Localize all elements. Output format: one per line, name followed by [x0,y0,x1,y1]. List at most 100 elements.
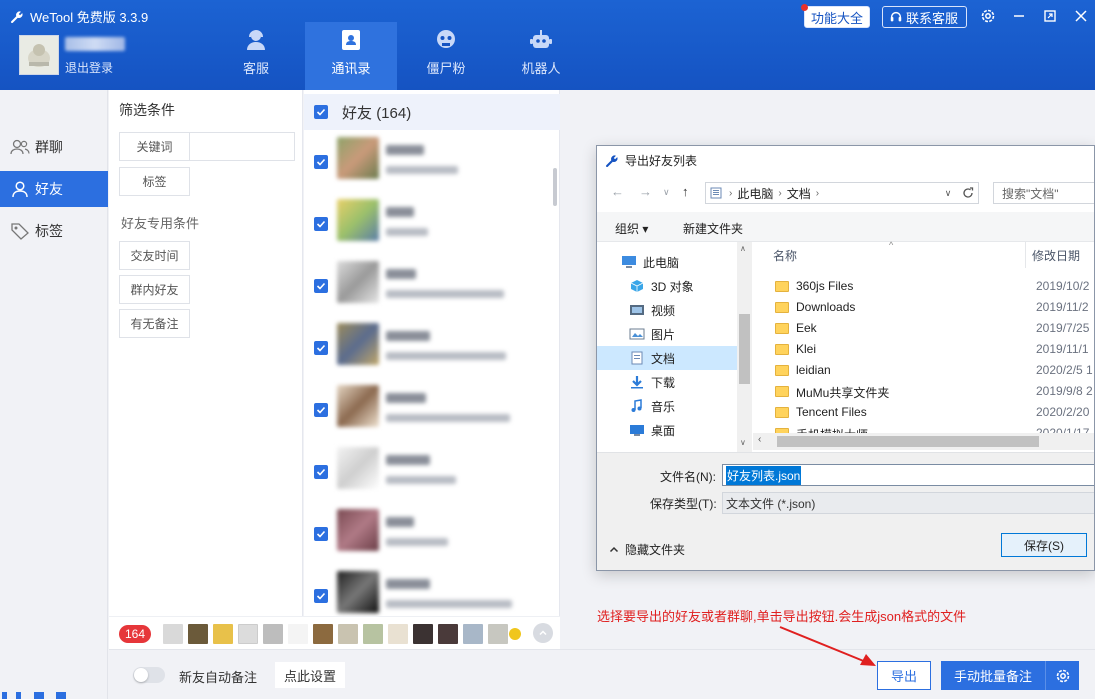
selected-avatar[interactable] [213,624,233,644]
file-row[interactable]: Tencent Files 2020/2/20 [753,402,1094,423]
selected-avatar[interactable] [313,624,333,644]
features-button[interactable]: 功能大全 [801,4,870,28]
nav-tags[interactable]: 标签 [0,213,108,249]
friend-row[interactable] [304,131,560,193]
address-dropdown-icon[interactable]: ∨ [939,182,957,204]
friend-checkbox[interactable] [314,341,328,355]
selected-avatar[interactable] [363,624,383,644]
selected-avatar[interactable] [188,624,208,644]
tab-zombie-fans[interactable]: 僵尸粉 [400,22,492,90]
nav-group-chats[interactable]: 群聊 [0,129,108,165]
partial-icon[interactable] [34,692,44,699]
friend-checkbox[interactable] [314,589,328,603]
keyword-input[interactable] [189,132,295,161]
friend-row[interactable] [304,255,560,317]
file-row[interactable]: Klei 2019/11/1 [753,339,1094,360]
organize-menu[interactable]: 组织 ▾ [615,220,648,237]
export-button[interactable]: 导出 [877,661,931,690]
file-row[interactable]: 360js Files 2019/10/2 [753,276,1094,297]
scroll-left-icon[interactable]: ‹ [758,434,761,445]
friend-row[interactable] [304,193,560,255]
friend-checkbox[interactable] [314,527,328,541]
tree-item-documents[interactable]: 文档 [597,346,737,370]
settings-button[interactable]: 点此设置 [275,662,345,688]
selected-avatar[interactable] [338,624,358,644]
tree-item-desktop[interactable]: 桌面 [597,418,737,442]
tree-scrollbar[interactable]: ∧ ∨ [737,242,752,452]
tree-item-pictures[interactable]: 图片 [597,322,737,346]
tag-filter-button[interactable]: 标签 [119,167,190,196]
friend-checkbox[interactable] [314,403,328,417]
scroll-down-icon[interactable]: ∨ [740,438,746,447]
column-divider[interactable] [1025,242,1026,268]
partial-icon[interactable] [16,692,21,699]
selected-avatar[interactable] [488,624,508,644]
tree-item-3d-objects[interactable]: 3D 对象 [597,274,737,298]
auto-remark-toggle[interactable] [133,667,165,683]
logout-link[interactable]: 退出登录 [65,59,113,76]
batch-remark-button[interactable]: 手动批量备注 [941,661,1045,690]
selected-avatar[interactable] [238,624,258,644]
recent-dropdown-icon[interactable]: ∨ [663,187,670,198]
selected-avatar[interactable] [263,624,283,644]
scroll-up-icon[interactable]: ∧ [740,244,746,253]
refresh-icon[interactable] [957,182,979,204]
tree-item-music[interactable]: 音乐 [597,394,737,418]
friend-checkbox[interactable] [314,155,328,169]
select-all-checkbox[interactable] [314,105,328,119]
close-icon[interactable] [1071,6,1091,26]
address-bar[interactable]: › 此电脑 › 文档 › [705,182,979,204]
settings-gear-icon[interactable] [978,6,998,26]
contact-support-button[interactable]: 联系客服 [882,6,967,28]
file-list-hscrollbar[interactable]: ‹ [753,433,1094,450]
column-date[interactable]: 修改日期 [1032,242,1080,268]
breadcrumb-item[interactable]: 文档 [787,185,811,202]
friend-row[interactable] [304,441,560,503]
save-button[interactable]: 保存(S) [1001,533,1087,557]
nav-friends[interactable]: 好友 [0,171,108,207]
selected-avatar[interactable] [438,624,458,644]
friends-header[interactable]: 好友 (164) [304,94,560,130]
maximize-icon[interactable] [1040,6,1060,26]
breadcrumb-item[interactable]: 此电脑 [737,185,773,202]
friends-scrollbar[interactable] [553,168,557,206]
column-name[interactable]: 名称 [773,242,797,268]
friend-checkbox[interactable] [314,465,328,479]
friend-row[interactable] [304,503,560,565]
friend-row[interactable] [304,317,560,379]
minimize-icon[interactable] [1009,6,1029,26]
file-row[interactable]: MuMu共享文件夹 2019/9/8 2 [753,381,1094,402]
file-row[interactable]: Eek 2019/7/25 [753,318,1094,339]
selected-avatar[interactable] [288,624,308,644]
friend-checkbox[interactable] [314,217,328,231]
selected-avatar[interactable] [509,628,521,640]
dialog-search-input[interactable]: 搜索"文档" [993,182,1094,204]
tree-item-downloads[interactable]: 下载 [597,370,737,394]
partial-icon[interactable] [2,692,7,699]
group-friends-button[interactable]: 群内好友 [119,275,190,304]
up-arrow-icon[interactable]: ↑ [682,184,689,199]
back-arrow-icon[interactable]: ← [611,184,624,199]
filename-input[interactable]: 好友列表.json [722,464,1094,486]
friend-checkbox[interactable] [314,279,328,293]
hscrollbar-thumb[interactable] [777,436,1039,447]
file-row[interactable]: Downloads 2019/11/2 [753,297,1094,318]
tab-customer-service[interactable]: 客服 [210,22,302,90]
hide-folders-toggle[interactable]: 隐藏文件夹 [609,541,685,558]
selected-avatar[interactable] [463,624,483,644]
new-folder-button[interactable]: 新建文件夹 [683,220,743,237]
tab-robot[interactable]: 机器人 [495,22,587,90]
has-remark-button[interactable]: 有无备注 [119,309,190,338]
forward-arrow-icon[interactable]: → [639,184,652,199]
selected-avatar[interactable] [413,624,433,644]
tab-contacts[interactable]: 通讯录 [305,22,397,90]
file-row[interactable]: leidian 2020/2/5 1 [753,360,1094,381]
friend-time-button[interactable]: 交友时间 [119,241,190,270]
avatar[interactable] [19,35,59,75]
friend-row[interactable] [304,379,560,441]
selected-avatar[interactable] [163,624,183,644]
tree-item-this-pc[interactable]: 此电脑 [597,250,737,274]
tree-item-videos[interactable]: 视频 [597,298,737,322]
partial-icon[interactable] [56,692,66,699]
chevron-up-icon[interactable] [533,623,553,643]
